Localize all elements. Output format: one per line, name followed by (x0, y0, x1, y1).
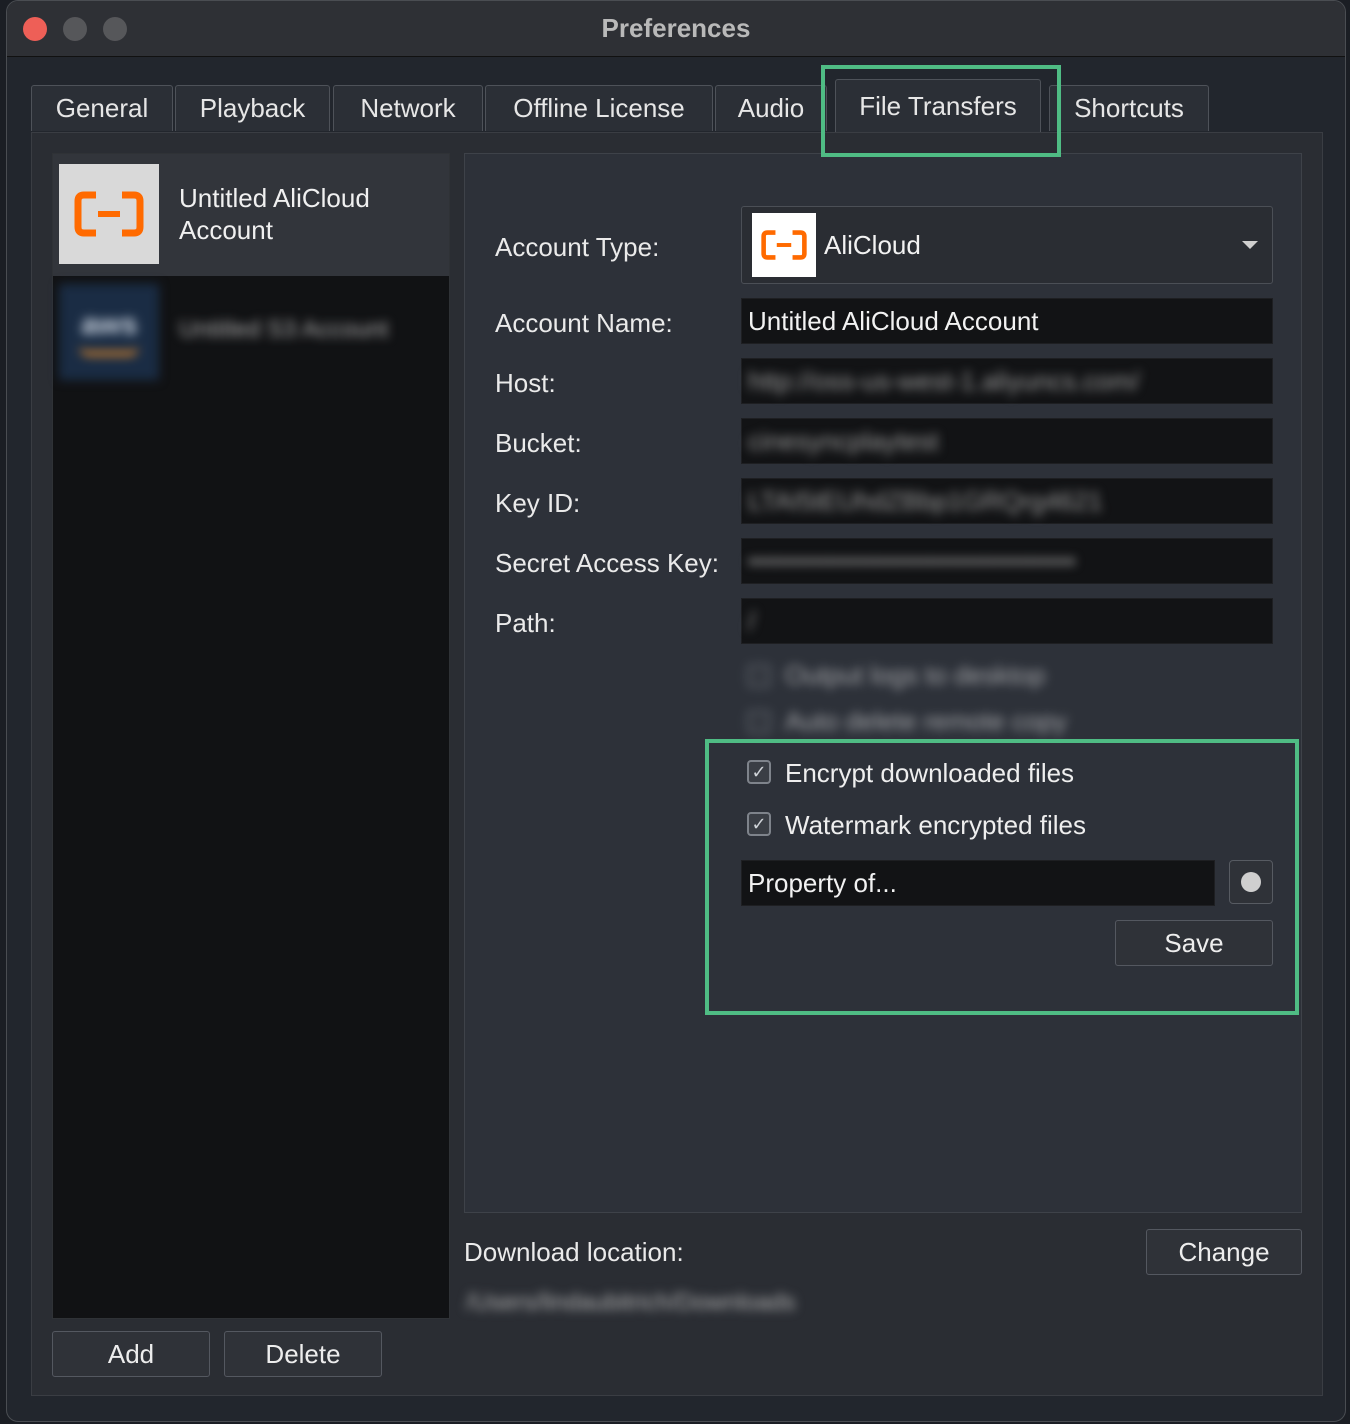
key-id-label: Key ID: (495, 488, 581, 518)
tab-file-transfers[interactable]: File Transfers (835, 79, 1041, 133)
color-swatch-icon (1241, 872, 1261, 892)
path-input[interactable]: / (741, 598, 1273, 644)
account-name-label: Untitled S3 Account (179, 316, 389, 343)
account-name-input[interactable]: Untitled AliCloud Account (741, 298, 1273, 344)
window-title: Preferences (601, 13, 751, 43)
file-transfers-panel: Untitled AliCloud Account aws Untitled S… (31, 132, 1323, 1396)
host-input[interactable]: http://oss-us-west-1.aliyuncs.com/ (741, 358, 1273, 404)
secret-access-key-input[interactable]: •••••••••••••••••••••••••••••••••••• (741, 538, 1273, 584)
title-bar: Preferences (7, 1, 1345, 57)
account-list[interactable]: Untitled AliCloud Account aws Untitled S… (52, 153, 450, 1319)
tab-general[interactable]: General (31, 85, 173, 131)
bucket-input[interactable]: cinesyncplaytest (741, 418, 1273, 464)
host-value: http://oss-us-west-1.aliyuncs.com/ (748, 365, 1140, 396)
encrypt-downloaded-files-label: Encrypt downloaded files (785, 758, 1075, 788)
chevron-down-icon (1242, 241, 1258, 249)
watermark-encrypted-files-checkbox[interactable]: ✓ (747, 812, 771, 836)
account-type-value: AliCloud (824, 230, 921, 260)
bucket-label: Bucket: (495, 428, 582, 458)
account-name-label: Account Name: (495, 308, 673, 338)
change-download-location-button[interactable]: Change (1146, 1229, 1302, 1275)
aws-logo-icon: aws (59, 284, 159, 380)
download-location-label: Download location: (464, 1237, 684, 1267)
account-name-label: Untitled AliCloud Account (179, 183, 370, 245)
account-item-alicloud[interactable]: Untitled AliCloud Account (53, 154, 449, 276)
bucket-value: cinesyncplaytest (748, 425, 939, 456)
save-button[interactable]: Save (1115, 920, 1273, 966)
tab-shortcuts[interactable]: Shortcuts (1049, 85, 1209, 131)
host-label: Host: (495, 368, 556, 398)
alicloud-logo-icon (59, 164, 159, 264)
tab-network[interactable]: Network (333, 85, 483, 131)
key-id-value: LTAI5tEUhdZBbp1GRQrg4621 (748, 485, 1103, 516)
delete-account-button[interactable]: Delete (224, 1331, 382, 1377)
tab-audio[interactable]: Audio (715, 85, 827, 131)
account-item-s3[interactable]: aws Untitled S3 Account (53, 276, 449, 398)
watermark-encrypted-files-label: Watermark encrypted files (785, 810, 1087, 840)
watermark-text-input[interactable]: Property of... (741, 860, 1215, 906)
alicloud-logo-icon (752, 213, 816, 277)
watermark-text-value: Property of... (748, 867, 897, 898)
path-value: / (748, 605, 756, 636)
output-logs-label: Output logs to desktop (785, 660, 1046, 690)
secret-value: •••••••••••••••••••••••••••••••••••• (748, 545, 1076, 576)
account-name-value: Untitled AliCloud Account (748, 305, 1039, 336)
tab-playback[interactable]: Playback (175, 85, 330, 131)
download-location-path: /Users/lindaubitrich/Downloads (466, 1289, 796, 1316)
key-id-input[interactable]: LTAI5tEUhdZBbp1GRQrg4621 (741, 478, 1273, 524)
secret-access-key-label: Secret Access Key: (495, 548, 719, 578)
account-type-select[interactable]: AliCloud (741, 206, 1273, 284)
preferences-window: Preferences General Playback Network Off… (6, 0, 1346, 1422)
path-label: Path: (495, 608, 556, 638)
add-account-button[interactable]: Add (52, 1331, 210, 1377)
output-logs-checkbox[interactable] (747, 664, 771, 688)
account-type-label: Account Type: (495, 232, 660, 262)
account-settings-form: Account Type: AliCloud Account Name: Unt… (464, 153, 1302, 1213)
checkmark-icon: ✓ (751, 761, 767, 782)
auto-delete-label: Auto delete remote copy (785, 706, 1067, 736)
watermark-color-button[interactable] (1229, 860, 1273, 904)
auto-delete-checkbox[interactable] (747, 710, 771, 734)
encrypt-downloaded-files-checkbox[interactable]: ✓ (747, 760, 771, 784)
checkmark-icon: ✓ (751, 813, 767, 834)
tab-offline-license[interactable]: Offline License (485, 85, 713, 131)
